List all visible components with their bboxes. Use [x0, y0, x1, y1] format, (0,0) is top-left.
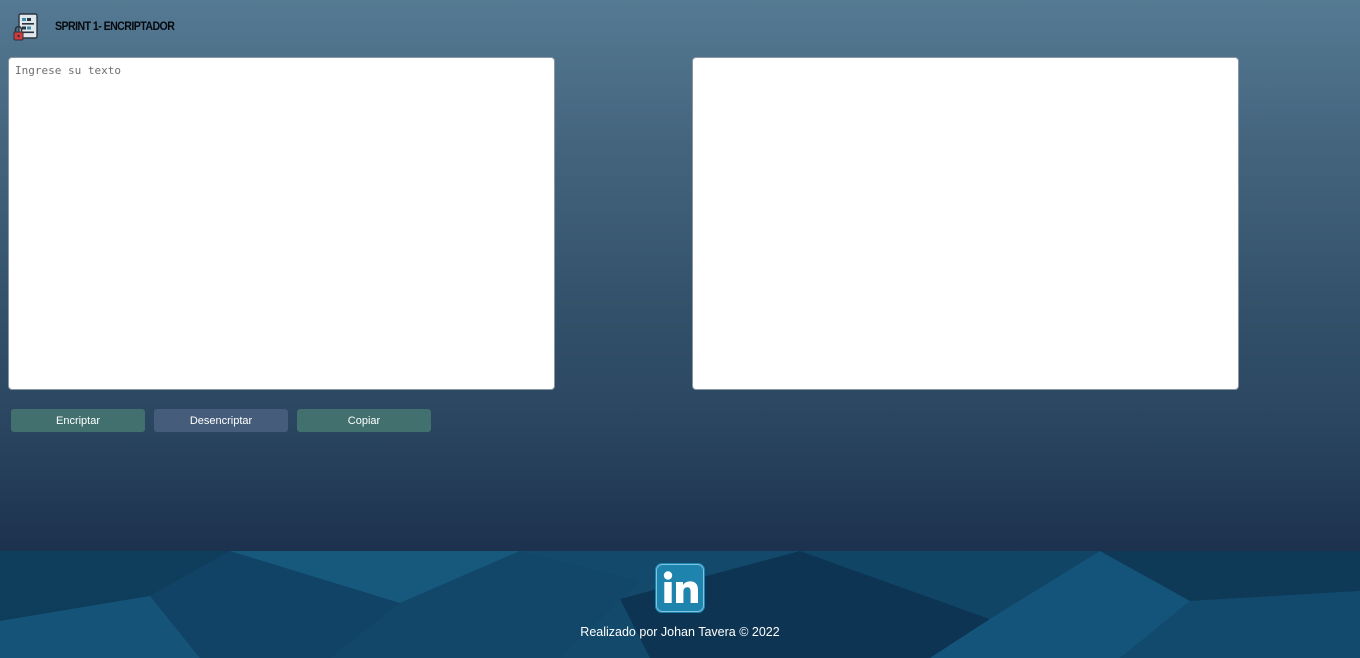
decrypt-button[interactable]: Desencriptar — [154, 409, 288, 432]
footer-credit: Realizado por Johan Tavera © 2022 — [580, 625, 780, 639]
output-textarea[interactable] — [692, 57, 1239, 390]
page-footer: Realizado por Johan Tavera © 2022 — [0, 551, 1360, 658]
app-title: SPRINT 1- ENCRIPTADOR — [55, 21, 175, 33]
linkedin-icon[interactable] — [655, 563, 705, 613]
input-textarea[interactable] — [8, 57, 555, 390]
copy-button[interactable]: Copiar — [297, 409, 431, 432]
encrypted-document-lock-icon — [13, 13, 38, 41]
encrypt-button[interactable]: Encriptar — [11, 409, 145, 432]
app-header: SPRINT 1- ENCRIPTADOR — [12, 12, 185, 42]
